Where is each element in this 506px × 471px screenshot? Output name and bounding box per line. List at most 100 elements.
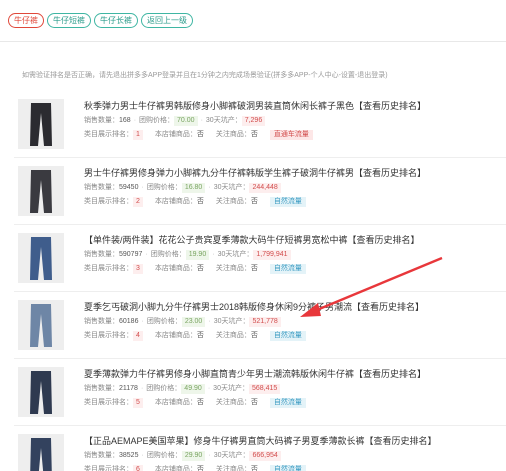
sales-value: 168 bbox=[119, 117, 131, 124]
category-rank-label: 类目展示排名： bbox=[84, 131, 133, 138]
traffic-source-badge: 自然流量 bbox=[269, 264, 306, 274]
product-meta-row: 类目展示排名： 5 本店铺商品：否 关注商品：否 自然流量 bbox=[84, 398, 500, 408]
product-thumbnail[interactable] bbox=[18, 367, 64, 417]
followed-value: 否 bbox=[250, 399, 258, 406]
product-title[interactable]: 夏季薄款弹力牛仔裤男修身小脚直筒青少年男士潮流韩版休闲牛仔裤【查看历史排名】 bbox=[84, 368, 500, 380]
category-rank-label: 类目展示排名： bbox=[84, 332, 133, 339]
own-shop-label: 本店铺商品： bbox=[154, 198, 197, 205]
view-history-rank-link[interactable]: 【查看历史排名】 bbox=[354, 101, 426, 111]
filter-tag[interactable]: 牛仔长裤 bbox=[94, 13, 138, 28]
filter-tag[interactable]: 牛仔短裤 bbox=[47, 13, 91, 28]
product-thumbnail[interactable] bbox=[18, 300, 64, 350]
product-info: 夏季薄款弹力牛仔裤男修身小脚直筒青少年男士潮流韩版休闲牛仔裤【查看历史排名】销售… bbox=[84, 368, 500, 408]
product-meta-row: 类目展示排名： 6 本店铺商品：否 关注商品：否 自然流量 bbox=[84, 465, 500, 471]
product-info: 夏季乞丐破洞小脚九分牛仔裤男士2018韩版修身休闲9分裤子男潮流【查看历史排名】… bbox=[84, 301, 500, 341]
group-price-value: 16.80 bbox=[181, 183, 206, 193]
category-rank-label: 类目展示排名： bbox=[84, 198, 133, 205]
revenue-30d-value: 1,799,941 bbox=[253, 250, 291, 260]
filter-tag[interactable]: 牛仔裤 bbox=[8, 13, 44, 28]
followed-label: 关注商品： bbox=[215, 399, 251, 406]
traffic-source-badge: 自然流量 bbox=[269, 465, 306, 471]
category-tags: 牛仔裤 牛仔短裤 牛仔长裤 返回上一级 bbox=[8, 13, 193, 28]
category-rank-value: 4 bbox=[133, 331, 143, 341]
product-info: 【正品AEMAPE美国苹果】修身牛仔裤男直筒大码裤子男夏季薄款长裤【查看历史排名… bbox=[84, 435, 500, 471]
view-history-rank-link[interactable]: 【查看历史排名】 bbox=[365, 436, 437, 446]
category-rank-value: 1 bbox=[133, 130, 143, 140]
product-title-text[interactable]: 男士牛仔裤男修身弹力小脚裤九分牛仔裤韩版学生裤子破洞牛仔裤男 bbox=[84, 168, 354, 178]
revenue-30d-value: 244,448 bbox=[249, 183, 281, 193]
product-title[interactable]: 男士牛仔裤男修身弹力小脚裤九分牛仔裤韩版学生裤子破洞牛仔裤男【查看历史排名】 bbox=[84, 167, 500, 179]
category-rank-value: 3 bbox=[133, 264, 143, 274]
followed-value: 否 bbox=[250, 332, 258, 339]
view-history-rank-link[interactable]: 【查看历史排名】 bbox=[354, 369, 426, 379]
separator: · bbox=[141, 184, 144, 191]
own-shop-label: 本店铺商品： bbox=[154, 265, 197, 272]
list-item: 夏季薄款弹力牛仔裤男修身小脚直筒青少年男士潮流韩版休闲牛仔裤【查看历史排名】销售… bbox=[14, 359, 506, 426]
separator: · bbox=[208, 318, 211, 325]
view-history-rank-link[interactable]: 【查看历史排名】 bbox=[352, 302, 424, 312]
separator: · bbox=[200, 117, 203, 124]
filter-tag[interactable]: 返回上一级 bbox=[141, 13, 193, 28]
own-shop-label: 本店铺商品： bbox=[154, 399, 197, 406]
product-meta-row: 类目展示排名： 3 本店铺商品：否 关注商品：否 自然流量 bbox=[84, 264, 500, 274]
verification-notice: 如需验证排名是否正确，请先退出拼多多APP登录并且在1分钟之内完成场景验证(拼多… bbox=[22, 72, 388, 79]
followed-value: 否 bbox=[250, 466, 258, 471]
view-history-rank-link[interactable]: 【查看历史排名】 bbox=[348, 235, 420, 245]
product-title-text[interactable]: 秋季弹力男士牛仔裤男韩版修身小脚裤破洞男装直筒休闲长裤子黑色 bbox=[84, 101, 354, 111]
group-price-value: 49.90 bbox=[181, 384, 205, 394]
own-shop-label: 本店铺商品： bbox=[154, 466, 197, 471]
revenue-30d-label: 30天坑产： bbox=[213, 184, 250, 191]
group-price-label: 团购价格： bbox=[146, 184, 182, 191]
product-title-text[interactable]: 【单件装/两件装】花花公子贵宾夏季薄款大码牛仔短裤男宽松中裤 bbox=[84, 235, 348, 245]
sales-value: 60186 bbox=[119, 318, 139, 325]
jeans-image bbox=[18, 233, 64, 283]
group-price-value: 70.00 bbox=[174, 116, 198, 126]
group-price-value: 29.90 bbox=[181, 451, 206, 461]
revenue-30d-label: 30天坑产： bbox=[213, 385, 249, 392]
product-title-text[interactable]: 夏季乞丐破洞小脚九分牛仔裤男士2018韩版修身休闲9分裤子男潮流 bbox=[84, 302, 352, 312]
separator: · bbox=[141, 318, 144, 325]
followed-value: 否 bbox=[250, 198, 258, 205]
sales-label: 销售数量： bbox=[84, 251, 119, 258]
group-price-label: 团购价格： bbox=[150, 251, 186, 258]
product-title[interactable]: 【单件装/两件装】花花公子贵宾夏季薄款大码牛仔短裤男宽松中裤【查看历史排名】 bbox=[84, 234, 500, 246]
revenue-30d-value: 7,296 bbox=[241, 116, 266, 126]
product-title-text[interactable]: 夏季薄款弹力牛仔裤男修身小脚直筒青少年男士潮流韩版休闲牛仔裤 bbox=[84, 369, 354, 379]
product-meta-row: 类目展示排名： 4 本店铺商品：否 关注商品：否 自然流量 bbox=[84, 331, 500, 341]
sales-value: 590797 bbox=[119, 251, 143, 258]
group-price-label: 团购价格： bbox=[146, 385, 182, 392]
sales-label: 销售数量： bbox=[84, 318, 119, 325]
product-title[interactable]: 【正品AEMAPE美国苹果】修身牛仔裤男直筒大码裤子男夏季薄款长裤【查看历史排名… bbox=[84, 435, 500, 447]
product-meta-row: 类目展示排名： 1 本店铺商品：否 关注商品：否 直通车流量 bbox=[84, 130, 500, 140]
list-item: 男士牛仔裤男修身弹力小脚裤九分牛仔裤韩版学生裤子破洞牛仔裤男【查看历史排名】销售… bbox=[14, 158, 506, 225]
product-title-text[interactable]: 【正品AEMAPE美国苹果】修身牛仔裤男直筒大码裤子男夏季薄款长裤 bbox=[84, 436, 365, 446]
product-thumbnail[interactable] bbox=[18, 434, 64, 471]
product-list: 秋季弹力男士牛仔裤男韩版修身小脚裤破洞男装直筒休闲长裤子黑色【查看历史排名】 销售… bbox=[14, 91, 506, 471]
own-shop-value: 否 bbox=[196, 466, 204, 471]
sales-value: 38525 bbox=[119, 452, 139, 459]
product-meta-row: 类目展示排名： 2 本店铺商品：否 关注商品：否 自然流量 bbox=[84, 197, 500, 207]
sales-label: 销售数量： bbox=[84, 385, 119, 392]
revenue-30d-label: 30天坑产： bbox=[213, 318, 250, 325]
followed-label: 关注商品： bbox=[215, 332, 251, 339]
product-stats-row: 销售数量：168 · 团购价格： 70.00 · 30天坑产： 7,296 bbox=[84, 116, 500, 126]
list-item: 夏季乞丐破洞小脚九分牛仔裤男士2018韩版修身休闲9分裤子男潮流【查看历史排名】… bbox=[14, 292, 506, 359]
own-shop-value: 否 bbox=[196, 198, 204, 205]
view-history-rank-link[interactable]: 【查看历史排名】 bbox=[354, 168, 426, 178]
product-title[interactable]: 秋季弹力男士牛仔裤男韩版修身小脚裤破洞男装直筒休闲长裤子黑色【查看历史排名】 bbox=[84, 100, 500, 112]
product-thumbnail[interactable] bbox=[18, 166, 64, 216]
list-item: 【单件装/两件装】花花公子贵宾夏季薄款大码牛仔短裤男宽松中裤【查看历史排名】销售… bbox=[14, 225, 506, 292]
product-title[interactable]: 夏季乞丐破洞小脚九分牛仔裤男士2018韩版修身休闲9分裤子男潮流【查看历史排名】 bbox=[84, 301, 500, 313]
own-shop-label: 本店铺商品： bbox=[154, 332, 197, 339]
traffic-source-badge: 自然流量 bbox=[269, 398, 306, 408]
category-rank-value: 2 bbox=[133, 197, 143, 207]
revenue-30d-value: 666,954 bbox=[249, 451, 281, 461]
product-thumbnail[interactable] bbox=[18, 99, 64, 149]
sales-value: 21178 bbox=[119, 385, 138, 392]
separator: · bbox=[141, 452, 144, 459]
product-thumbnail[interactable] bbox=[18, 233, 64, 283]
product-stats-row: 销售数量：38525 · 团购价格： 29.90 · 30天坑产： 666,954 bbox=[84, 451, 500, 461]
followed-label: 关注商品： bbox=[215, 131, 251, 138]
jeans-image bbox=[18, 99, 64, 149]
sales-label: 销售数量： bbox=[84, 184, 119, 191]
